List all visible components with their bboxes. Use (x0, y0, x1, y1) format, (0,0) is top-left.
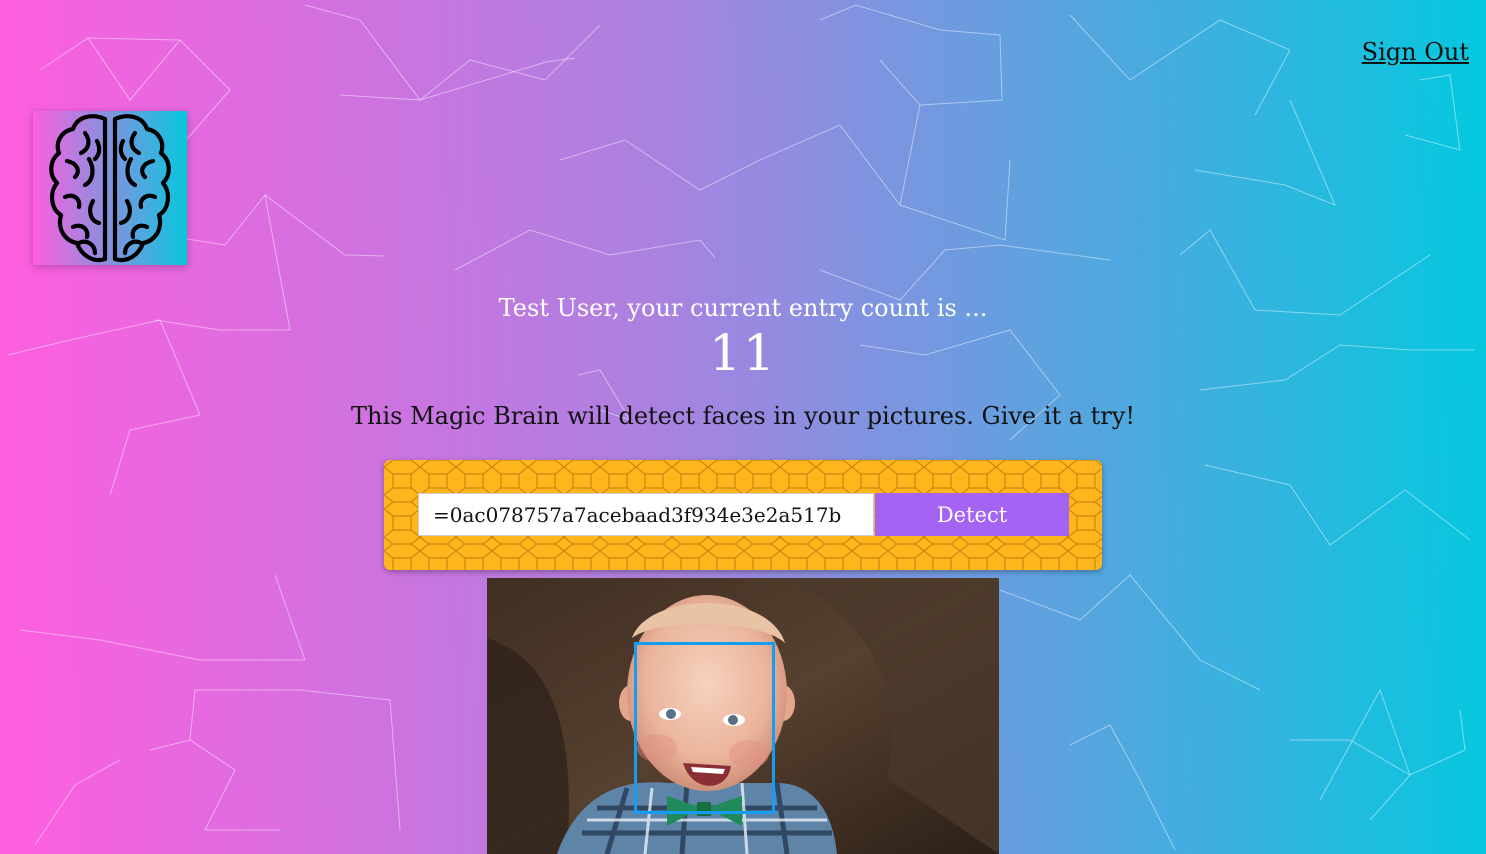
entry-greeting: Test User, your current entry count is .… (498, 294, 988, 322)
brain-icon (49, 114, 171, 263)
image-link-form: Detect (384, 460, 1102, 570)
tagline: This Magic Brain will detect faces in yo… (351, 402, 1135, 430)
face-bounding-box (634, 642, 775, 814)
sign-out-link[interactable]: Sign Out (1362, 38, 1469, 66)
entry-count: 11 (709, 324, 777, 382)
detect-button[interactable]: Detect (875, 493, 1069, 536)
face-image (487, 578, 999, 854)
image-url-input[interactable] (418, 493, 874, 536)
logo (33, 111, 187, 265)
